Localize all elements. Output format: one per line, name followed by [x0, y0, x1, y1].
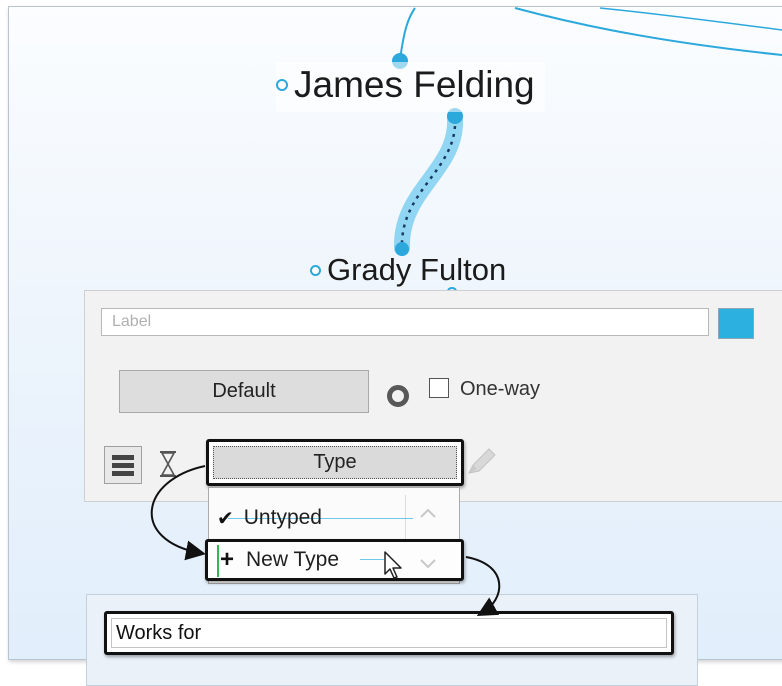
pencil-icon[interactable] — [465, 445, 497, 482]
dropdown-item-label: New Type — [246, 548, 340, 571]
node-james-felding[interactable]: James Felding — [276, 62, 545, 112]
dropdown-item-label: Untyped — [243, 506, 322, 529]
node-port-icon[interactable] — [310, 264, 321, 276]
type-button-label: Type — [213, 446, 457, 479]
new-type-color-edge — [217, 545, 219, 577]
plus-icon: + — [220, 546, 235, 573]
default-button[interactable]: Default — [119, 370, 369, 413]
node-label: James Felding — [294, 64, 535, 105]
list-icon[interactable] — [104, 446, 142, 484]
scroll-up-icon[interactable] — [418, 506, 438, 520]
one-way-checkbox[interactable] — [429, 378, 449, 398]
dropdown-item-untyped[interactable]: ✔ Untyped — [217, 500, 417, 536]
check-icon: ✔ — [217, 507, 234, 530]
type-button[interactable]: Type — [206, 439, 464, 486]
node-label: Grady Fulton — [327, 252, 507, 287]
new-type-input-frame — [104, 611, 674, 655]
new-type-name-input[interactable] — [111, 618, 667, 648]
mouse-cursor-icon — [384, 551, 402, 579]
color-swatch[interactable] — [718, 308, 754, 339]
ring-icon[interactable] — [387, 385, 409, 407]
label-input[interactable] — [101, 308, 709, 336]
node-grady-fulton[interactable]: Grady Fulton — [310, 252, 506, 288]
scroll-down-icon[interactable] — [418, 557, 438, 571]
hourglass-icon[interactable] — [158, 450, 178, 483]
one-way-label: One-way — [460, 378, 541, 400]
new-type-line-swatch — [360, 559, 384, 560]
node-port-icon[interactable] — [276, 79, 288, 91]
